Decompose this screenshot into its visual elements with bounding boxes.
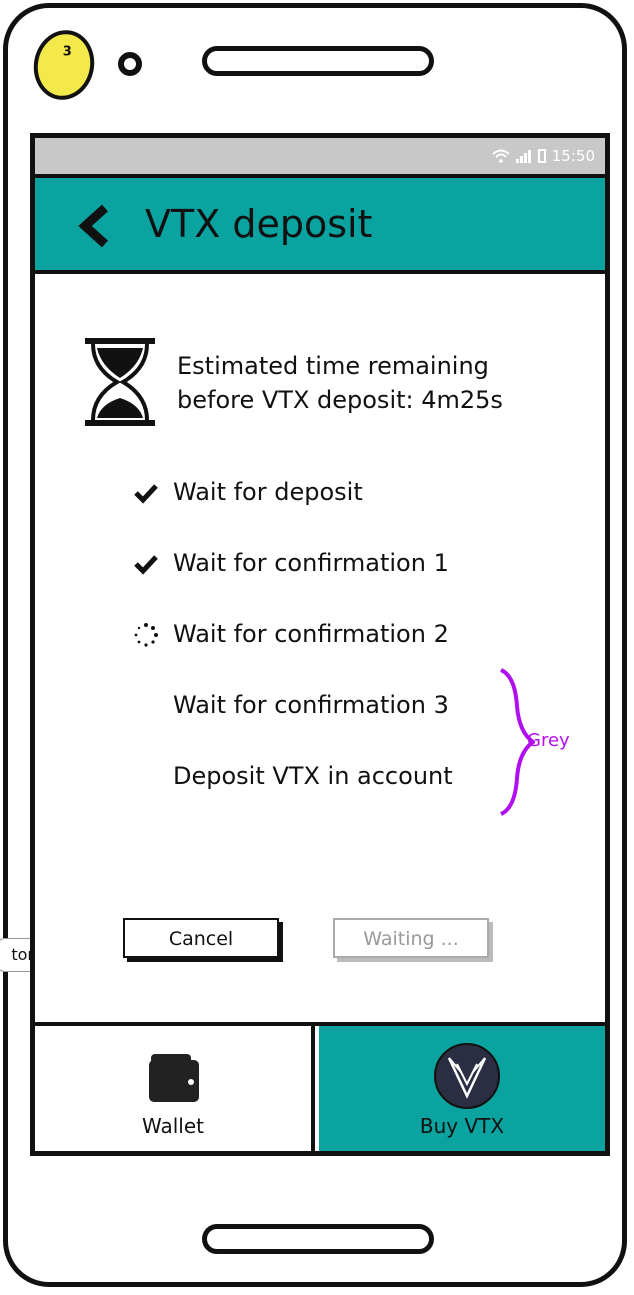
step-item-2: Wait for confirmation 1 bbox=[173, 549, 449, 577]
step-item-1: Wait for deposit bbox=[173, 478, 363, 506]
bottom-tab-bar: Wallet Buy VTX bbox=[35, 1022, 605, 1151]
estimate-line-2: before VTX deposit: 4m25s bbox=[177, 386, 503, 414]
waiting-button[interactable]: Waiting ... bbox=[333, 918, 489, 958]
step-item-3: Wait for confirmation 2 bbox=[173, 620, 449, 648]
tab-wallet[interactable]: Wallet bbox=[35, 1026, 315, 1151]
signal-icon bbox=[515, 150, 531, 163]
phone-screen: 15:50 VTX deposit Estimated time remaini… bbox=[30, 133, 610, 1156]
status-icons: 15:50 bbox=[492, 147, 595, 165]
battery-icon bbox=[537, 149, 546, 163]
speaker-icon bbox=[202, 46, 434, 76]
check-icon bbox=[134, 484, 158, 504]
check-icon bbox=[134, 555, 158, 575]
spinner-icon bbox=[134, 623, 158, 647]
estimate-line-1: Estimated time remaining bbox=[177, 352, 489, 380]
wallet-icon bbox=[149, 1054, 199, 1102]
annotation-grey-note: Grey bbox=[527, 730, 570, 751]
tab-wallet-label: Wallet bbox=[141, 1114, 204, 1138]
tab-buy-vtx[interactable]: Buy VTX bbox=[319, 1026, 605, 1151]
status-bar: 15:50 bbox=[35, 138, 605, 178]
status-time: 15:50 bbox=[551, 147, 595, 165]
estimated-time-text: Estimated time remaining before VTX depo… bbox=[177, 349, 577, 417]
step-item-5: Deposit VTX in account bbox=[173, 762, 453, 790]
wifi-icon bbox=[492, 149, 510, 163]
vtx-logo-icon bbox=[434, 1043, 500, 1109]
back-chevron-icon[interactable] bbox=[75, 204, 115, 248]
page-title: VTX deposit bbox=[145, 202, 373, 246]
app-bar: VTX deposit bbox=[35, 178, 605, 274]
hourglass-icon bbox=[85, 338, 155, 426]
home-button[interactable] bbox=[202, 1224, 434, 1254]
step-item-4: Wait for confirmation 3 bbox=[173, 691, 449, 719]
annotation-badge-number: 3 bbox=[62, 44, 72, 60]
camera-icon bbox=[118, 52, 142, 76]
tab-buy-vtx-label: Buy VTX bbox=[419, 1114, 505, 1138]
cancel-button[interactable]: Cancel bbox=[123, 918, 279, 958]
